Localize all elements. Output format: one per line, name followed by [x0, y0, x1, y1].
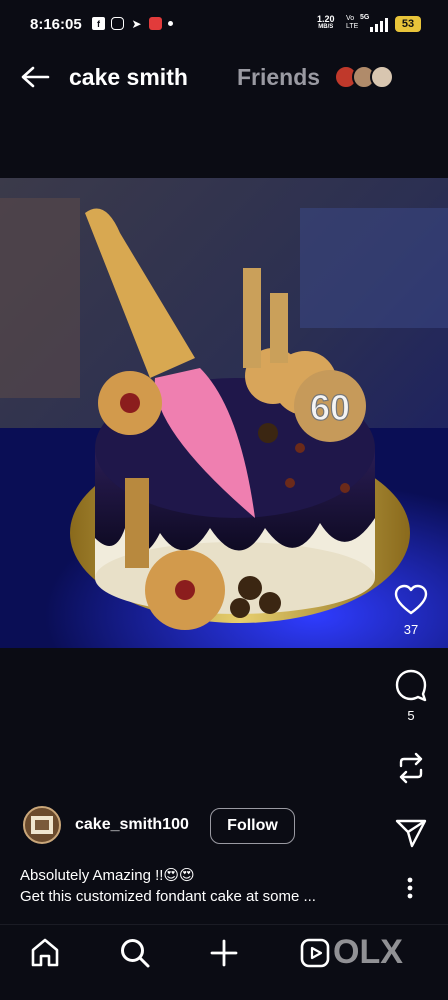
more-vertical-icon[interactable] — [404, 876, 416, 900]
post-image[interactable]: 60 — [0, 178, 448, 648]
caption-line-1: Absolutely Amazing !!😍😍 — [20, 867, 195, 884]
olx-watermark: OLX — [333, 933, 403, 969]
signal-icon — [370, 18, 388, 32]
shopping-bag-icon — [149, 17, 162, 30]
reels-icon[interactable] — [299, 937, 331, 969]
network-speed: 1.20 MB/S — [317, 15, 335, 31]
heart-icon[interactable] — [394, 584, 428, 616]
share-send-icon[interactable] — [395, 818, 427, 848]
telegram-icon: ➤ — [131, 16, 142, 31]
more-notifications-dot — [168, 21, 173, 26]
notification-icons: f ➤ — [92, 16, 173, 31]
comment-action[interactable]: 5 — [393, 668, 429, 723]
battery-icon: 53 — [395, 16, 421, 32]
follow-button[interactable]: Follow — [210, 808, 295, 844]
comments-count: 5 — [407, 708, 415, 723]
status-bar: 8:16:05 f ➤ 1.20 MB/S Vo LTE 5G 53 — [0, 0, 448, 50]
create-plus-icon[interactable] — [208, 937, 240, 969]
author-logo-icon — [31, 816, 53, 834]
caption-line-2[interactable]: Get this customized fondant cake at some… — [20, 888, 316, 905]
facebook-icon: f — [92, 17, 105, 30]
olx-watermark-text: OLX — [333, 933, 403, 969]
instagram-icon — [111, 17, 124, 30]
cake-photo: 60 — [0, 178, 448, 648]
network-type: 5G — [360, 14, 370, 21]
speed-value: 1.20 — [317, 14, 335, 24]
bottom-navigation: OLX — [0, 924, 448, 1000]
author-avatar[interactable] — [23, 806, 61, 844]
comment-icon[interactable] — [394, 668, 428, 702]
likes-count: 37 — [403, 622, 419, 637]
friends-tab[interactable]: Friends — [237, 64, 320, 91]
page-title: cake smith — [69, 64, 188, 90]
cake-topper-text: 60 — [310, 387, 350, 428]
author-username[interactable]: cake_smith100 — [75, 816, 189, 834]
volte-label: Vo LTE — [346, 15, 359, 30]
home-icon[interactable] — [29, 937, 61, 969]
search-icon[interactable] — [119, 937, 151, 969]
like-action[interactable]: 37 — [392, 584, 430, 637]
speed-unit: MB/S — [318, 24, 334, 30]
friend-avatars[interactable] — [334, 65, 398, 91]
friend-avatar — [370, 65, 394, 89]
battery-level: 53 — [401, 18, 415, 30]
repost-icon[interactable] — [395, 752, 427, 784]
header: cake smith Friends — [0, 55, 448, 101]
status-time: 8:16:05 — [30, 16, 82, 33]
back-arrow-icon[interactable] — [20, 65, 50, 89]
